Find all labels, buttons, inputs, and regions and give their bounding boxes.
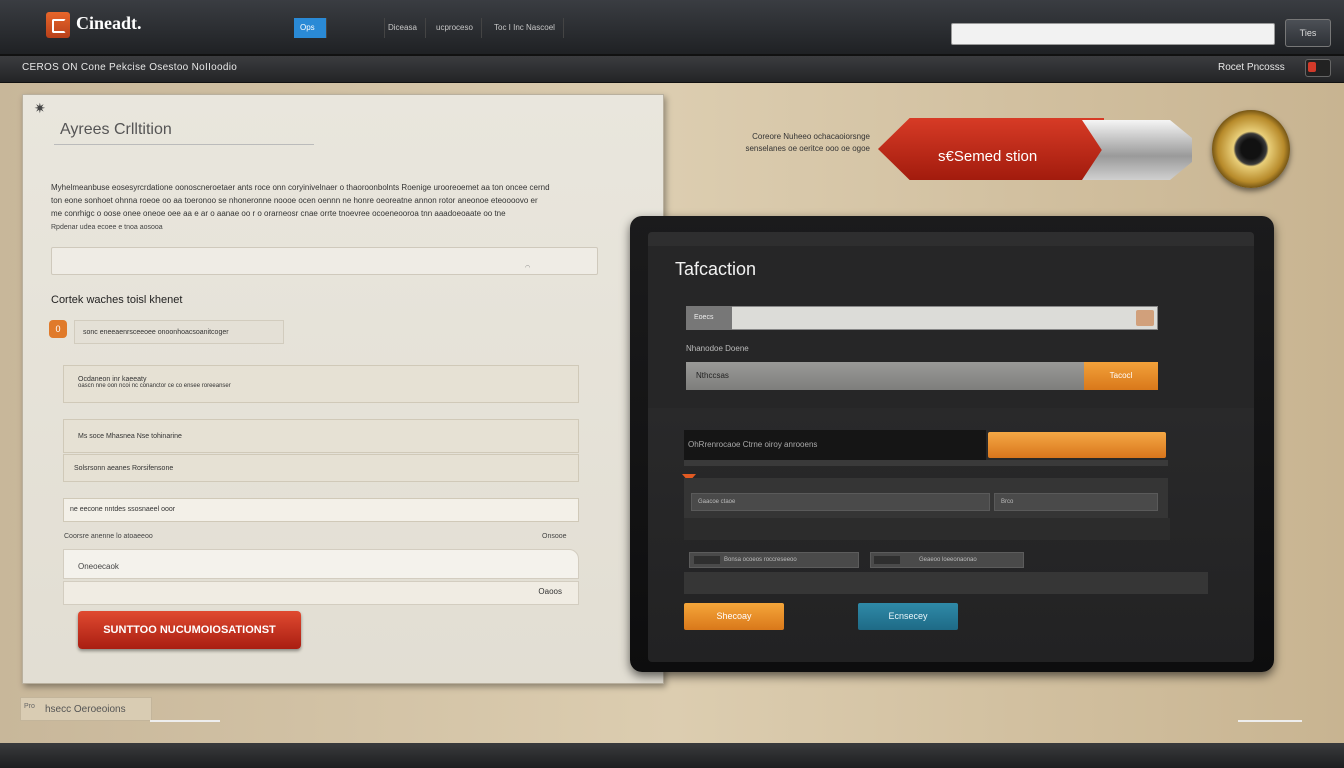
footer-divider xyxy=(150,720,220,722)
card-icon xyxy=(694,556,720,564)
form-field[interactable]: ne eecone nntdes ssosnaeel ooor xyxy=(63,498,579,522)
field-label: Nhanodoe Doene xyxy=(686,344,749,353)
text-input[interactable]: Oaoos xyxy=(63,581,579,605)
footer-link[interactable]: hsecc Oeroeoions xyxy=(20,697,152,721)
transaction-title: Tafcaction xyxy=(675,259,757,279)
field-label: Coorsre anenne lo atoaeeoo xyxy=(64,533,153,540)
apply-button[interactable]: Tacocl xyxy=(1084,362,1158,390)
form-field-label: Ocdaneon inr kaeeaty xyxy=(78,376,147,383)
footer-divider xyxy=(1238,720,1302,722)
form-title: Ayrees Crlltition xyxy=(60,121,172,138)
pen-caption-line: senselanes oe oeritce ooo oe ogoe xyxy=(745,144,870,153)
row-divider xyxy=(684,518,1170,540)
primary-action-button[interactable]: Shecoay xyxy=(684,603,784,630)
footer-icon: Pro xyxy=(24,703,35,710)
submit-button[interactable]: SUNTTOO NUCUMOIOSATIONST xyxy=(78,611,301,649)
form-field-value: oascn nne oon ncoi nc conanctor ce co en… xyxy=(78,383,231,389)
field-label-right: Onsooe xyxy=(542,533,567,540)
transaction-input[interactable] xyxy=(686,306,1158,330)
row-divider xyxy=(684,460,1168,466)
pen-caption: Coreore Nuheeo ochacaoiorsnge senselanes… xyxy=(700,131,870,155)
nav-tab-3[interactable]: ucproceso xyxy=(428,18,482,38)
account-link[interactable]: Rocet Pncosss xyxy=(1218,62,1285,73)
form-description-line: me conrhigc o oose onee oneoe oee aa e a… xyxy=(51,209,506,218)
nav-tab-blue-ext[interactable] xyxy=(328,18,385,38)
count-badge: 0 xyxy=(49,320,67,338)
title-divider xyxy=(54,144,314,145)
bottom-bar xyxy=(0,743,1344,768)
pen-caption-line: Coreore Nuheeo ochacaoiorsnge xyxy=(752,132,870,141)
card-icon xyxy=(874,556,900,564)
gear-icon[interactable]: ✷ xyxy=(34,100,46,117)
form-field[interactable]: Solsrsonn aeanes Rorsifensone xyxy=(63,454,579,482)
secondary-action-button[interactable]: Ecnsecey xyxy=(858,603,958,630)
nav-tab-active[interactable]: Ops xyxy=(294,18,327,38)
text-input[interactable] xyxy=(51,247,598,275)
search-input[interactable] xyxy=(951,23,1275,45)
form-hint: Rpdenar udea ecoee e tnoa aosooa xyxy=(51,224,163,231)
text-input[interactable]: Oneoecaok xyxy=(63,549,579,579)
nav-tab-2[interactable]: Diceasa xyxy=(380,18,426,38)
section-title: Cortek waches toisl khenet xyxy=(51,294,183,306)
brand-name[interactable]: Cineadt. xyxy=(76,13,142,34)
form-field[interactable]: Ms soce Mhasnea Nse tohinarine xyxy=(63,419,579,453)
form-description-line: ton eone sonhoet ohnna roeoe oo aa toero… xyxy=(51,196,538,205)
transaction-input-prefix: Eoecs xyxy=(686,306,732,330)
detail-field[interactable]: Gaacoe ctaoe xyxy=(691,493,990,511)
nav-tab-4[interactable]: Toc I Inc Nascoel xyxy=(486,18,564,38)
input-marker-icon: ◠ xyxy=(525,265,531,271)
detail-field[interactable]: Brco xyxy=(994,493,1158,511)
option-chip[interactable]: sonc eneeaenrsceeoee onoonhoacsoanitcoge… xyxy=(74,320,284,344)
search-button[interactable]: Ties xyxy=(1285,19,1331,47)
app-logo-icon[interactable] xyxy=(46,12,70,38)
attachment-icon[interactable] xyxy=(1136,310,1154,326)
account-toggle[interactable] xyxy=(1305,59,1331,77)
form-description-line: Myhelmeanbuse eosesyrcrdatione oonoscner… xyxy=(51,183,550,192)
row-divider xyxy=(684,572,1208,594)
amount-input[interactable]: Nthccsas xyxy=(686,362,1084,390)
status-row: OhRrenrocaoe Ctrne oiroy anrooens xyxy=(684,430,986,460)
progress-bar xyxy=(988,432,1166,458)
pen-label: s€Semed stion xyxy=(938,148,1038,165)
form-field[interactable]: Ocdaneon inr kaeeaty oascn nne oon ncoi … xyxy=(63,365,579,403)
breadcrumb: CEROS ON Cone Pekcise Osestoo NoIIoodio xyxy=(22,62,238,73)
camera-lens-icon xyxy=(1212,110,1290,188)
